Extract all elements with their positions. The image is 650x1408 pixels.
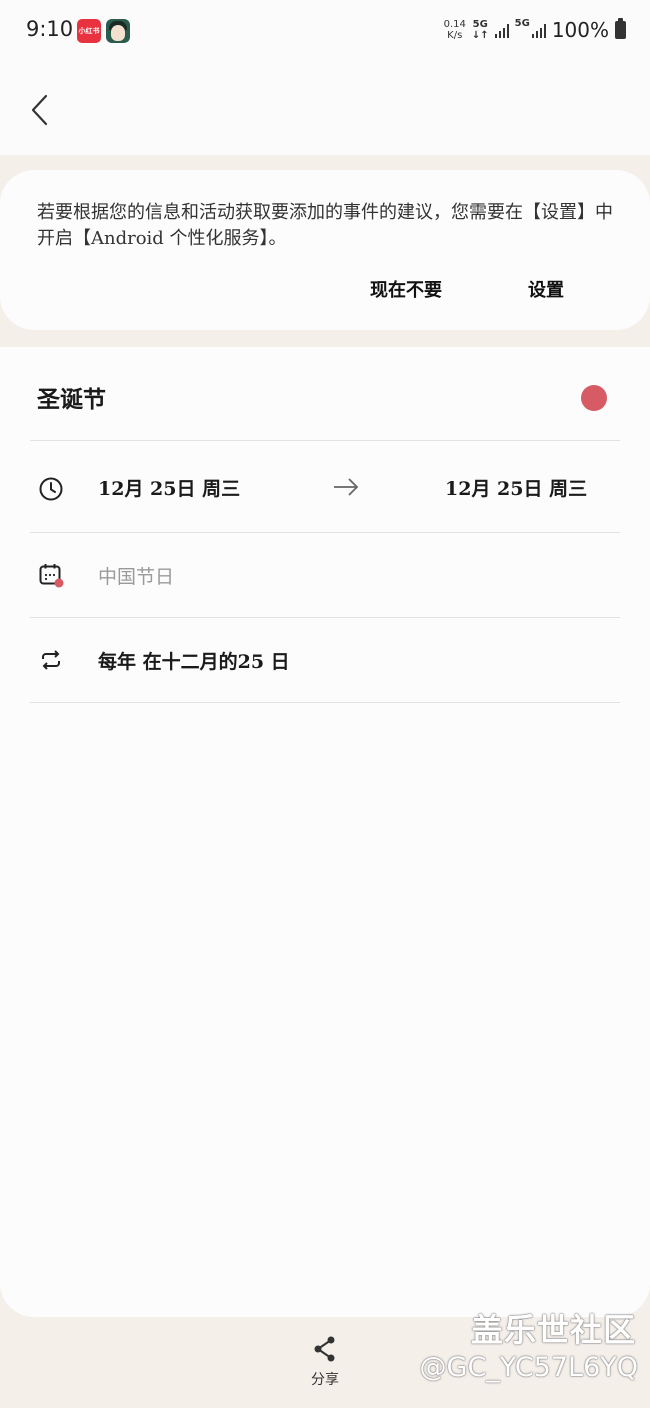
signal-icon-2 — [531, 22, 546, 38]
calendar-name[interactable]: 中国节日 — [98, 562, 174, 589]
xiaohongshu-app-icon: 小红书 — [77, 19, 101, 43]
network-speed: 0.14 K/s — [444, 19, 466, 41]
not-now-button[interactable]: 现在不要 — [370, 276, 442, 302]
network-type-2: 5G — [514, 18, 530, 29]
share-label: 分享 — [311, 1372, 339, 1388]
date-row[interactable]: 12月 25日 周三 12月 25日 周三 — [0, 441, 650, 532]
share-button[interactable]: 分享 — [300, 1335, 350, 1395]
calendar-row[interactable]: 中国节日 — [0, 533, 650, 617]
event-color-dot[interactable] — [581, 385, 607, 411]
signal-icon — [494, 22, 509, 38]
arrow-right-icon — [334, 478, 359, 496]
back-arrow-icon[interactable] — [26, 93, 56, 127]
status-indicators: 0.14 K/s 5G ↓↑ 5G 100% — [444, 16, 626, 44]
watermark-community: 盖乐世社区 — [470, 1311, 636, 1349]
repeat-row[interactable]: 每年 在十二月的25 日 — [0, 618, 650, 702]
suggestion-card: 若要根据您的信息和活动获取要添加的事件的建议，您需要在【设置】中开启【Andro… — [0, 170, 650, 330]
battery-icon — [615, 18, 626, 39]
divider — [30, 702, 620, 703]
watermark-user: @GC_YC57L6YQ — [419, 1352, 638, 1383]
avatar-app-icon — [106, 19, 130, 43]
calendar-icon — [39, 564, 64, 588]
event-detail-card: 圣诞节 12月 25日 周三 12月 25日 周三 中国节日 每年 在十二月的2… — [0, 347, 650, 1317]
share-icon — [314, 1336, 335, 1362]
settings-button[interactable]: 设置 — [528, 276, 564, 302]
start-date[interactable]: 12月 25日 周三 — [98, 474, 240, 501]
event-title[interactable]: 圣诞节 — [37, 380, 106, 414]
repeat-rule[interactable]: 每年 在十二月的25 日 — [98, 647, 290, 674]
suggestion-message: 若要根据您的信息和活动获取要添加的事件的建议，您需要在【设置】中开启【Andro… — [37, 202, 613, 249]
top-toolbar — [0, 60, 650, 155]
network-speed-unit: K/s — [447, 30, 463, 41]
status-bar: 9:10 小红书 0.14 K/s 5G ↓↑ 5G 100% — [0, 0, 650, 60]
end-date[interactable]: 12月 25日 周三 — [445, 474, 587, 501]
repeat-icon — [42, 650, 60, 670]
network-type-1: 5G ↓↑ — [471, 19, 489, 41]
clock-icon — [39, 477, 63, 501]
status-time: 9:10 — [26, 17, 74, 41]
network-speed-value: 0.14 — [443, 19, 466, 30]
battery-percent: 100% — [551, 18, 609, 42]
